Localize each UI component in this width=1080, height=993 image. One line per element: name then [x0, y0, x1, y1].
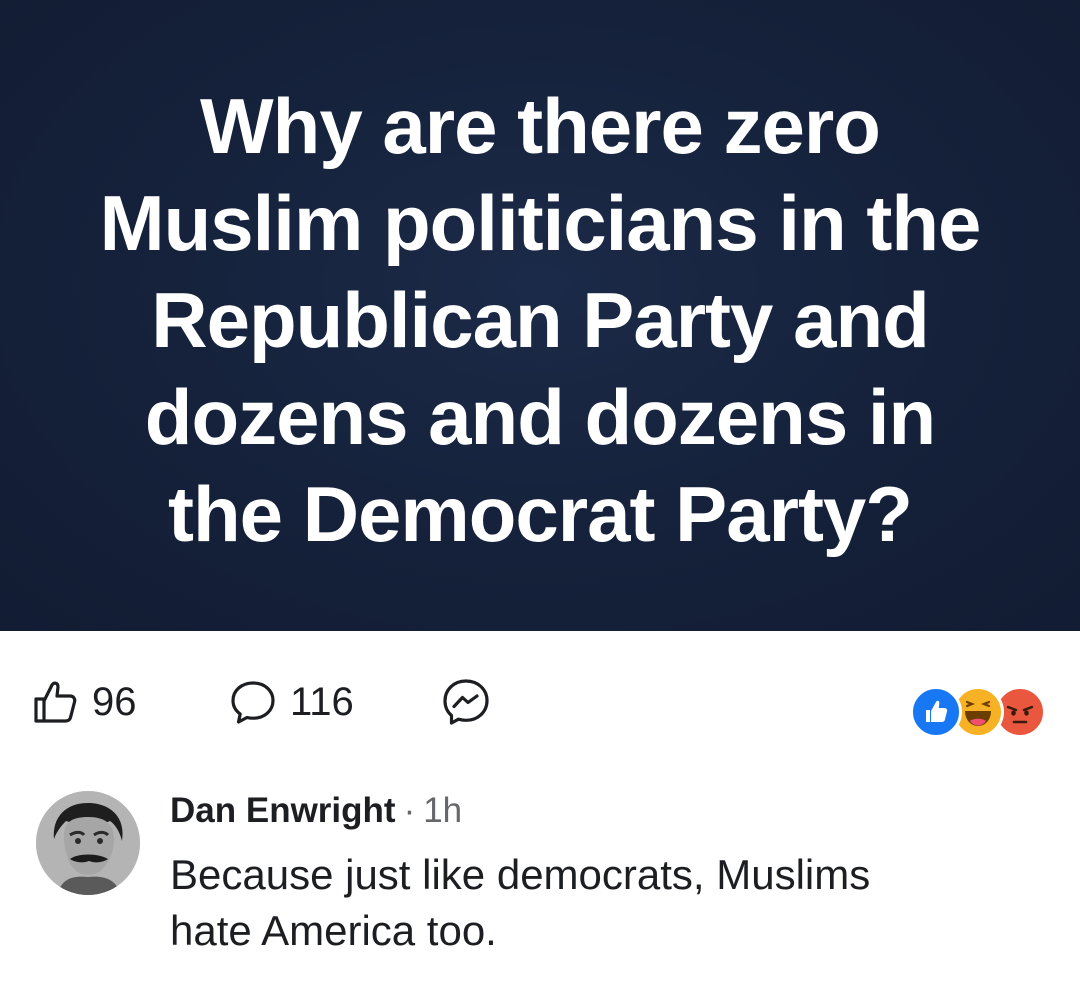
comment-text-line: hate America too. — [170, 907, 497, 954]
comment-timestamp[interactable]: 1h — [423, 791, 462, 831]
like-button[interactable]: 96 — [30, 672, 137, 732]
like-count: 96 — [92, 679, 137, 724]
like-reaction-icon — [910, 686, 962, 738]
comment-text: Because just like democrats, Muslims hat… — [170, 847, 1050, 959]
avatar[interactable] — [36, 791, 140, 895]
comment-header: Dan Enwright · 1h — [170, 791, 462, 839]
post-image-text-line: the Democrat Party? — [168, 470, 913, 558]
comment-button[interactable]: 116 — [228, 672, 354, 732]
post-image-text-line: Republican Party and — [151, 276, 930, 364]
post-image-text-line: Why are there zero — [200, 82, 881, 170]
comment: Dan Enwright · 1h Because just like demo… — [0, 761, 1080, 993]
post-image-text: Why are there zero Muslim politicians in… — [0, 78, 1080, 563]
messenger-share-button[interactable] — [440, 672, 492, 732]
messenger-icon — [440, 676, 492, 728]
reaction-summary[interactable] — [910, 686, 1060, 738]
comment-count: 116 — [290, 679, 354, 724]
post-image-text-line: Muslim politicians in the — [99, 179, 982, 267]
comment-meta-separator: · — [403, 791, 416, 830]
post-image[interactable]: Why are there zero Muslim politicians in… — [0, 0, 1080, 631]
comment-text-line: Because just like democrats, Muslims — [170, 851, 871, 898]
comment-bubble-icon — [228, 677, 278, 727]
comment-author-name[interactable]: Dan Enwright — [170, 791, 396, 831]
post-image-text-line: dozens and dozens in — [144, 373, 936, 461]
thumbs-up-icon — [30, 677, 80, 727]
